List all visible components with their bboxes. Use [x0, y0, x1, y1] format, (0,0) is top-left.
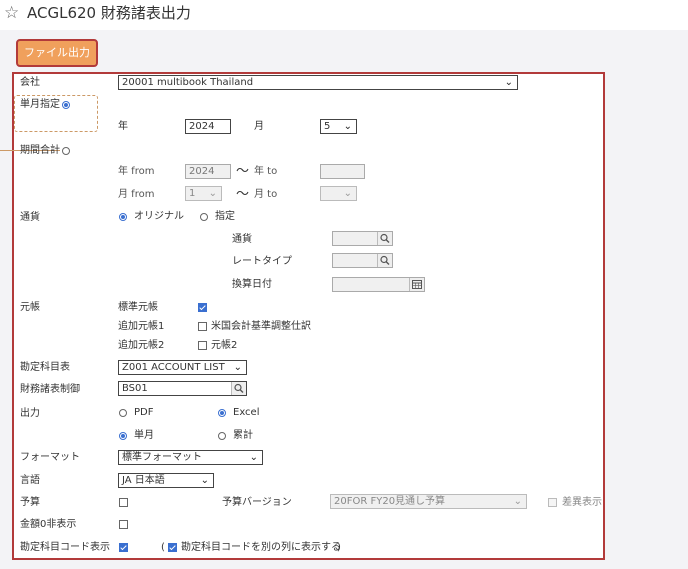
- budget-version-select[interactable]: 20FOR FY20見通し予算 ⌄: [330, 494, 527, 509]
- chevron-down-icon: ⌄: [200, 475, 209, 486]
- currency-sub-label: 通貨: [232, 234, 252, 245]
- chevron-down-icon: ⌄: [343, 121, 352, 132]
- currency-original-label: オリジナル: [134, 211, 184, 222]
- month-from-label: 月 from: [118, 189, 155, 200]
- company-label: 会社: [20, 77, 40, 88]
- ledger-label: 元帳: [20, 302, 40, 313]
- month-from-select[interactable]: 1 ⌄: [185, 186, 222, 201]
- chevron-down-icon: ⌄: [208, 188, 217, 199]
- search-icon[interactable]: [231, 382, 246, 395]
- language-select[interactable]: JA 日本語 ⌄: [118, 473, 214, 488]
- rate-type-label: レートタイプ: [232, 256, 292, 267]
- month-select[interactable]: 5 ⌄: [320, 119, 357, 134]
- period-total-label: 期間合計: [20, 145, 60, 156]
- range-tilde: ～: [236, 187, 250, 202]
- chevron-down-icon: ⌄: [343, 188, 352, 199]
- currency-label: 通貨: [20, 212, 40, 223]
- search-icon[interactable]: [377, 254, 392, 267]
- search-icon[interactable]: [377, 232, 392, 245]
- format-select[interactable]: 標準フォーマット ⌄: [118, 450, 263, 465]
- currency-specified-radio[interactable]: [200, 213, 208, 221]
- account-code-label: 勘定科目コード表示: [20, 542, 110, 553]
- currency-specified-label: 指定: [215, 211, 235, 222]
- us-gaap-label: 米国会計基準調整仕訳: [211, 321, 311, 332]
- fs-control-input[interactable]: BS01: [118, 381, 247, 396]
- year-to-input[interactable]: [320, 164, 365, 179]
- calendar-icon[interactable]: [409, 278, 424, 291]
- chevron-down-icon: ⌄: [233, 362, 242, 373]
- account-table-value: Z001 ACCOUNT LIST: [122, 362, 225, 373]
- standard-ledger-checkbox[interactable]: [198, 303, 207, 312]
- period-total-radio[interactable]: [62, 147, 70, 155]
- year-input[interactable]: 2024: [185, 119, 231, 134]
- ledger2-label: 元帳2: [211, 340, 238, 351]
- company-select[interactable]: 20001 multibook Thailand ⌄: [118, 75, 518, 90]
- file-export-button[interactable]: ファイル出力: [16, 39, 98, 67]
- cumulative-radio[interactable]: [218, 432, 226, 440]
- output-label: 出力: [20, 408, 40, 419]
- favorite-star-icon[interactable]: ☆: [4, 5, 19, 22]
- chevron-down-icon: ⌄: [513, 496, 522, 507]
- budget-version-value: 20FOR FY20見通し予算: [334, 496, 446, 507]
- chevron-down-icon: ⌄: [504, 77, 513, 88]
- us-gaap-checkbox[interactable]: [198, 322, 207, 331]
- budget-checkbox[interactable]: [119, 498, 128, 507]
- zero-hide-label: 金額0非表示: [20, 519, 77, 530]
- month-label: 月: [254, 121, 264, 132]
- note-paren-open: (: [161, 542, 165, 553]
- fs-control-label: 財務諸表制御: [20, 384, 80, 395]
- page-title: ACGL620 財務諸表出力: [27, 4, 191, 22]
- pdf-radio[interactable]: [119, 409, 127, 417]
- single-output-label: 単月: [134, 430, 154, 441]
- excel-radio[interactable]: [218, 409, 226, 417]
- account-table-label: 勘定科目表: [20, 362, 70, 373]
- conversion-date-label: 換算日付: [232, 279, 272, 290]
- conversion-date-input[interactable]: [332, 277, 425, 292]
- chevron-down-icon: ⌄: [249, 452, 258, 463]
- single-output-radio[interactable]: [119, 432, 127, 440]
- language-value: JA 日本語: [122, 475, 165, 486]
- account-code-note-label: 勘定科目コードを別の列に表示する: [181, 542, 341, 553]
- additional-ledger1-label: 追加元帳1: [118, 321, 165, 332]
- account-code-column-checkbox[interactable]: [168, 543, 177, 552]
- account-code-checkbox[interactable]: [119, 543, 128, 552]
- year-from-input[interactable]: 2024: [185, 164, 231, 179]
- currency-original-radio[interactable]: [119, 213, 127, 221]
- language-label: 言語: [20, 475, 40, 486]
- fs-control-value: BS01: [122, 383, 148, 394]
- single-month-radio[interactable]: [62, 101, 70, 109]
- year-to-label: 年 to: [254, 166, 278, 177]
- ledger2-checkbox[interactable]: [198, 341, 207, 350]
- year-from-label: 年 from: [118, 166, 155, 177]
- cumulative-label: 累計: [233, 430, 253, 441]
- month-select-value: 5: [324, 121, 331, 132]
- format-label: フォーマット: [20, 452, 80, 463]
- budget-version-label: 予算バージョン: [222, 497, 292, 508]
- note-paren-close: ): [337, 542, 341, 553]
- standard-ledger-label: 標準元帳: [118, 302, 158, 313]
- single-month-label: 単月指定: [20, 99, 60, 110]
- budget-label: 予算: [20, 497, 40, 508]
- month-to-label: 月 to: [254, 189, 278, 200]
- currency-input[interactable]: [332, 231, 393, 246]
- form-panel: [12, 72, 605, 560]
- variance-checkbox[interactable]: [548, 498, 557, 507]
- format-value: 標準フォーマット: [122, 452, 202, 463]
- account-table-select[interactable]: Z001 ACCOUNT LIST ⌄: [118, 360, 247, 375]
- company-select-value: 20001 multibook Thailand: [122, 77, 254, 88]
- month-to-select[interactable]: ⌄: [320, 186, 357, 201]
- additional-ledger2-label: 追加元帳2: [118, 340, 165, 351]
- excel-label: Excel: [233, 407, 260, 418]
- month-from-value: 1: [189, 188, 196, 199]
- year-label: 年: [118, 121, 128, 132]
- zero-hide-checkbox[interactable]: [119, 520, 128, 529]
- variance-label: 差異表示: [562, 497, 602, 508]
- range-tilde: ～: [236, 164, 250, 179]
- pdf-label: PDF: [134, 407, 154, 418]
- rate-type-input[interactable]: [332, 253, 393, 268]
